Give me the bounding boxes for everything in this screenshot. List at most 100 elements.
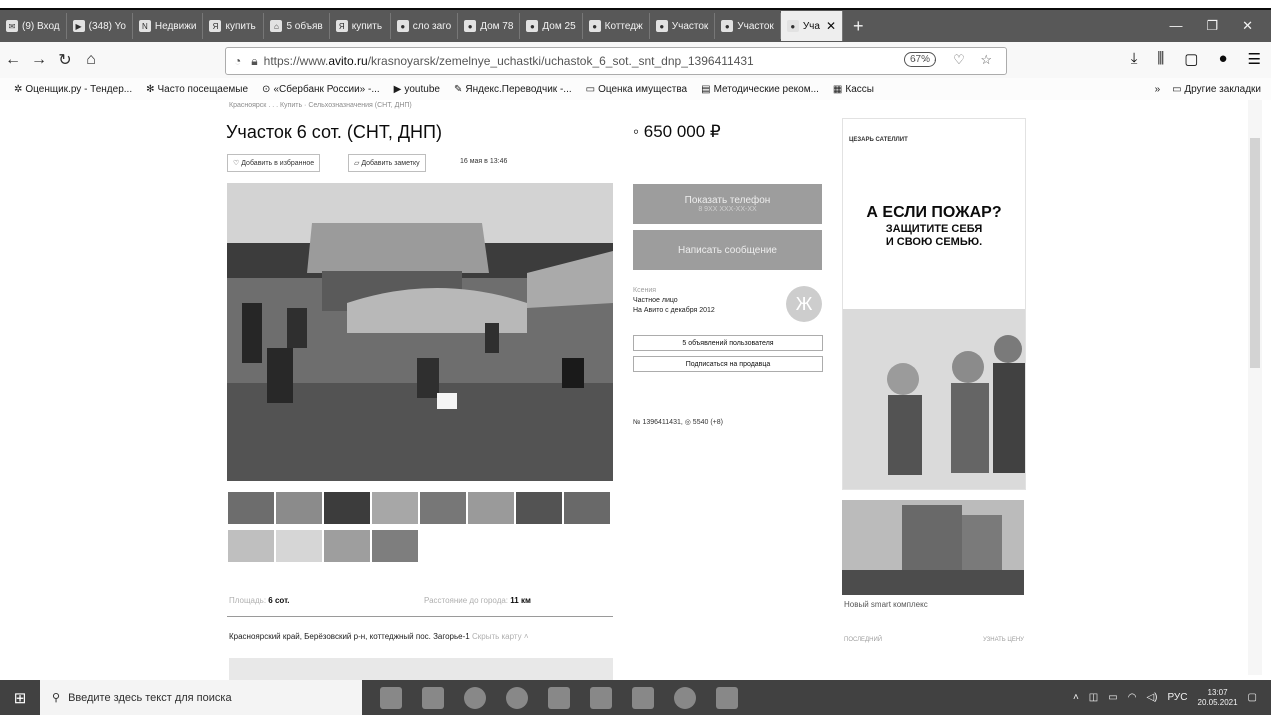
- thumbnail[interactable]: [323, 491, 371, 525]
- chevron-up-icon[interactable]: ˄: [1073, 692, 1079, 703]
- thumbnail[interactable]: [227, 491, 275, 525]
- main-photo[interactable]: [227, 183, 613, 481]
- thumbnail[interactable]: [563, 491, 611, 525]
- tab-12-active[interactable]: ● Уча ✕: [780, 11, 843, 41]
- thumbnail[interactable]: [419, 491, 467, 525]
- avito-icon: ●: [786, 20, 799, 32]
- add-note-button[interactable]: ▱ Добавить заметку: [348, 154, 426, 172]
- ad-family-image: [843, 309, 1025, 489]
- scrollbar-thumb[interactable]: [1250, 138, 1260, 368]
- explorer-icon[interactable]: [632, 686, 654, 709]
- subscribe-button[interactable]: Подписаться на продавца: [633, 356, 823, 372]
- menu-icon[interactable]: ☰: [1248, 50, 1261, 68]
- clock[interactable]: 13:07 20.05.2021: [1198, 688, 1238, 708]
- network-icon[interactable]: ◫: [1089, 692, 1098, 703]
- windows-start-icon[interactable]: ⊞: [0, 689, 40, 707]
- ad-promo-text[interactable]: Новый smart комплекс: [844, 600, 928, 609]
- telegram-icon[interactable]: [674, 686, 696, 709]
- tab-8[interactable]: ● Дом 25: [520, 13, 583, 39]
- taskbar-search[interactable]: ⚲ Введите здесь текст для поиска: [40, 680, 362, 715]
- avatar[interactable]: Ж: [786, 286, 822, 322]
- account-icon[interactable]: ●: [1218, 50, 1227, 68]
- write-message-button[interactable]: Написать сообщение: [633, 230, 822, 270]
- top-edge: [0, 0, 1271, 10]
- notifications-icon[interactable]: ▢: [1248, 692, 1257, 703]
- tab-7[interactable]: ● Дом 78: [458, 13, 521, 39]
- thumbnail[interactable]: [227, 529, 275, 563]
- scrollbar[interactable]: [1248, 100, 1262, 675]
- chrome-icon[interactable]: [506, 686, 528, 709]
- store-icon[interactable]: [380, 686, 402, 709]
- url-bar[interactable]: ◔ 🔒︎ https://www.avito.ru/krasnoyarsk/ze…: [225, 47, 1007, 75]
- firefox-icon[interactable]: [464, 686, 486, 709]
- area-spec: Площадь: 6 сот.: [229, 596, 290, 605]
- bookmark-3[interactable]: ▶ youtube: [394, 84, 440, 95]
- tab-1[interactable]: ▶ (348) Yo: [67, 13, 133, 39]
- maximize-icon[interactable]: ❐: [1206, 18, 1218, 34]
- tab-2[interactable]: N Недвижи: [133, 13, 204, 39]
- close-window-icon[interactable]: ✕: [1242, 18, 1253, 34]
- show-phone-button[interactable]: Показать телефон 8 9XX XXX-XX-XX: [633, 184, 822, 224]
- thumbnail[interactable]: [323, 529, 371, 563]
- tab-11[interactable]: ● Участок: [715, 13, 781, 39]
- hide-map-link[interactable]: Скрыть карту: [472, 632, 522, 641]
- tab-0[interactable]: ✉ (9) Вход: [0, 13, 67, 39]
- thumbnail[interactable]: [275, 529, 323, 563]
- note-icon: ▱: [354, 160, 362, 167]
- tab-10[interactable]: ● Участок: [650, 13, 716, 39]
- chevron-up-icon[interactable]: ˄: [522, 632, 529, 641]
- other-bookmarks[interactable]: ▭ Другие закладки: [1172, 84, 1261, 95]
- reload-icon[interactable]: ↻: [52, 50, 78, 70]
- thumbnail[interactable]: [371, 491, 419, 525]
- battery-icon[interactable]: ▭: [1108, 692, 1117, 703]
- taskbar: ⊞ ⚲ Введите здесь текст для поиска ˄ ◫ ▭ …: [0, 680, 1271, 715]
- tab-3[interactable]: Якупить: [203, 13, 265, 39]
- map[interactable]: [229, 658, 613, 680]
- tab-5[interactable]: Якупить: [330, 13, 391, 39]
- chevron-right-icon[interactable]: »: [1155, 84, 1161, 95]
- seller-name[interactable]: Ксения: [633, 286, 715, 296]
- language-indicator[interactable]: РУС: [1167, 692, 1187, 703]
- word-icon[interactable]: [716, 686, 738, 709]
- url-text[interactable]: https://www.avito.ru/krasnoyarsk/zemelny…: [264, 54, 754, 68]
- tab-4[interactable]: ⌂ 5 объяв: [264, 13, 330, 39]
- new-tab-button[interactable]: +: [843, 16, 874, 37]
- calculator-icon[interactable]: [422, 686, 444, 709]
- thumbnail[interactable]: [371, 529, 419, 563]
- thumbnail[interactable]: [467, 491, 515, 525]
- bookmark-5[interactable]: ▭ Оценка имущества: [586, 84, 687, 95]
- save-icon[interactable]: [590, 686, 612, 709]
- tab-6[interactable]: ● сло заго: [391, 13, 459, 39]
- user-ads-button[interactable]: 5 объявлений пользователя: [633, 335, 823, 351]
- favorite-button[interactable]: ♡ Добавить в избранное: [227, 154, 321, 172]
- ad-banner-fire[interactable]: ЦЕЗАРЬ САТЕЛЛИТ А ЕСЛИ ПОЖАР? ЗАЩИТИТЕ С…: [842, 118, 1026, 490]
- ad-promo-link[interactable]: УЗНАТЬ ЦЕНУ: [983, 637, 1024, 643]
- sync-icon[interactable]: ▢: [1184, 50, 1198, 68]
- page-actions-icon[interactable]: ··· ♡ ☆: [912, 52, 998, 68]
- calendar-icon[interactable]: [548, 686, 570, 709]
- back-icon[interactable]: ←: [0, 51, 26, 69]
- page-title: Участок 6 сот. (СНТ, ДНП): [226, 122, 442, 142]
- bookmark-6[interactable]: ▤ Методические реком...: [701, 84, 819, 95]
- bookmark-7[interactable]: ▦ Кассы: [833, 84, 874, 95]
- tab-9[interactable]: ● Коттедж: [583, 13, 650, 39]
- volume-icon[interactable]: ◁): [1146, 692, 1157, 703]
- library-icon[interactable]: ⫼: [1157, 50, 1164, 68]
- close-tab-icon[interactable]: ✕: [826, 19, 836, 33]
- bookmark-2[interactable]: ⊙ «Сбербанк России» -...: [262, 84, 380, 95]
- bookmark-0[interactable]: ✲ Оценщик.ру - Тендер...: [14, 84, 132, 95]
- sber-icon: ⊙: [262, 83, 271, 95]
- nav-bar: ← → ↻ ⌂ ◔ 🔒︎ https://www.avito.ru/krasno…: [0, 42, 1271, 78]
- bookmark-4[interactable]: ✎ Яндекс.Переводчик -...: [454, 84, 572, 95]
- bookmark-1[interactable]: ✻ Часто посещаемые: [146, 84, 248, 95]
- thumbnail[interactable]: [275, 491, 323, 525]
- ad-banner-building[interactable]: [842, 500, 1024, 595]
- wifi-icon[interactable]: ◠: [1128, 692, 1137, 703]
- breadcrumb[interactable]: Красноярск . . . Купить · Сельхозназначе…: [229, 102, 412, 109]
- forward-icon[interactable]: →: [26, 51, 52, 69]
- download-icon[interactable]: ⤓: [1131, 50, 1138, 68]
- thumbnail[interactable]: [515, 491, 563, 525]
- minimize-icon[interactable]: —: [1169, 18, 1182, 34]
- search-icon: ⚲: [52, 692, 61, 704]
- home-icon[interactable]: ⌂: [78, 51, 104, 69]
